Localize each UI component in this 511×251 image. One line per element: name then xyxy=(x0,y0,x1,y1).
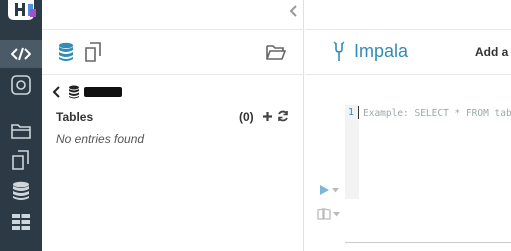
table-icon xyxy=(12,214,30,230)
editor-header: Impala Add a xyxy=(305,29,511,75)
hue-logo-icon xyxy=(8,0,36,20)
editor-engine-title[interactable]: Impala xyxy=(354,41,408,62)
snippet-actions-button[interactable] xyxy=(317,208,340,220)
editor-code-icon xyxy=(11,47,31,61)
editor-divider xyxy=(345,242,511,243)
editor-area: Impala Add a 1 Example: SELECT * FROM ta… xyxy=(305,0,511,251)
rail-documents-button[interactable] xyxy=(0,146,42,174)
text-cursor xyxy=(358,106,359,119)
database-icon xyxy=(13,181,29,200)
editor-gutter xyxy=(345,105,359,199)
collapse-panel-button[interactable] xyxy=(288,4,298,23)
rail-database-button[interactable] xyxy=(0,177,42,205)
database-breadcrumb[interactable] xyxy=(52,84,122,100)
database-icon xyxy=(69,85,79,99)
execute-button[interactable] xyxy=(319,184,339,196)
assist-files-tab[interactable] xyxy=(266,42,287,65)
caret-down-icon xyxy=(332,187,339,192)
caret-down-icon xyxy=(333,211,340,216)
target-icon xyxy=(11,75,31,95)
chevron-left-icon xyxy=(289,5,297,17)
tables-count: (0) xyxy=(239,110,254,124)
plus-icon xyxy=(263,112,272,121)
app-rail xyxy=(0,0,42,251)
rail-jobs-button[interactable] xyxy=(0,71,42,99)
play-icon xyxy=(320,185,329,195)
refresh-tables-button[interactable] xyxy=(277,109,289,127)
documents-icon xyxy=(12,150,29,170)
impala-icon xyxy=(332,41,346,68)
folder-open-icon xyxy=(266,45,287,60)
chevron-left-icon xyxy=(52,86,60,98)
assist-panel-header xyxy=(42,29,304,75)
add-table-button[interactable] xyxy=(262,109,273,127)
tables-heading: Tables xyxy=(56,110,94,124)
sql-editor-input[interactable]: Example: SELECT * FROM tablename, or pre… xyxy=(363,108,511,119)
folder-icon xyxy=(11,124,31,139)
database-name-redacted xyxy=(84,87,122,97)
rail-files-button[interactable] xyxy=(0,116,42,144)
assist-panel: Tables (0) No entries found xyxy=(42,0,304,251)
tables-actions xyxy=(262,109,289,127)
rail-editor-button[interactable] xyxy=(0,40,42,68)
tables-empty-message: No entries found xyxy=(56,132,145,146)
assist-documents-tab[interactable] xyxy=(84,42,102,67)
add-name-field[interactable]: Add a xyxy=(475,45,508,59)
book-icon xyxy=(317,208,331,220)
documents-icon xyxy=(85,42,101,62)
line-number: 1 xyxy=(348,107,355,118)
assist-sql-tab[interactable] xyxy=(58,42,74,67)
rail-tables-button[interactable] xyxy=(0,208,42,236)
database-icon xyxy=(59,42,73,61)
hue-logo[interactable] xyxy=(0,0,42,28)
refresh-icon xyxy=(278,110,288,122)
